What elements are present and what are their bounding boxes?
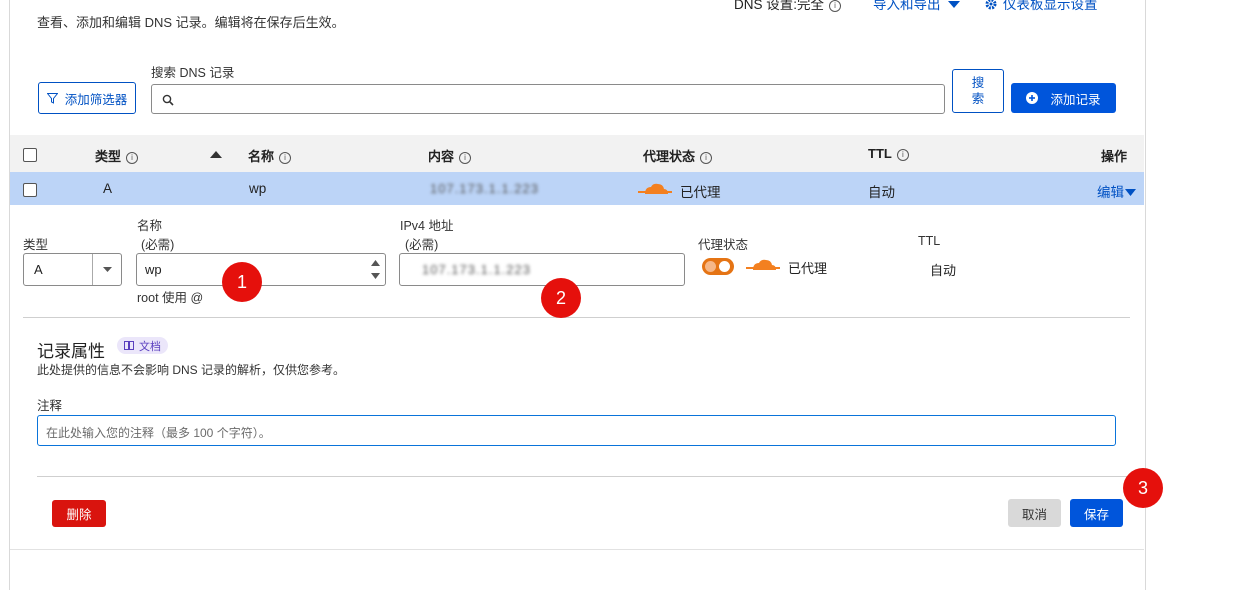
add-record-button[interactable]: 添加记录	[1011, 83, 1116, 113]
select-all-checkbox[interactable]	[23, 148, 37, 162]
proxy-status-text: 已代理	[788, 261, 828, 276]
ipv4-input[interactable]: 107.173.1.1.223	[399, 253, 685, 286]
gear-icon	[985, 0, 997, 10]
divider	[37, 476, 1130, 477]
annotation-badge-1: 1	[222, 262, 262, 302]
name-required: (必需)	[141, 238, 175, 252]
annotation-badge-2: 2	[541, 278, 581, 318]
info-icon: i	[126, 152, 139, 164]
add-filter-button[interactable]: 添加筛选器	[38, 82, 136, 114]
dns-setting-status: DNS 设置:完全 i	[734, 0, 842, 13]
row-content: 107.173.1.1.223	[430, 181, 539, 196]
ipv4-required: (必需)	[405, 238, 439, 252]
row-proxy-status: 已代理	[680, 185, 721, 200]
column-type[interactable]: 类型 i	[95, 146, 139, 165]
info-icon: i	[700, 152, 713, 164]
info-icon: i	[896, 149, 909, 161]
import-export-menu[interactable]: 导入和导出	[873, 0, 961, 13]
toggle-knob	[719, 261, 730, 272]
comment-input[interactable]: 在此处输入您的注释（最多 100 个字符）。	[37, 415, 1116, 446]
annotation-badge-3: 3	[1123, 468, 1163, 508]
column-actions: 操作	[1101, 149, 1128, 164]
search-icon	[162, 94, 174, 106]
column-proxy[interactable]: 代理状态 i	[643, 146, 713, 165]
name-label: 名称	[137, 219, 163, 233]
filter-icon	[46, 92, 58, 104]
column-ttl[interactable]: TTL i	[868, 146, 909, 161]
table-header	[10, 135, 1144, 172]
info-icon: i	[279, 152, 292, 164]
comment-label: 注释	[37, 399, 63, 413]
cloud-proxied-icon	[746, 259, 780, 270]
column-content[interactable]: 内容 i	[428, 146, 472, 165]
page-subtitle: 查看、添加和编辑 DNS 记录。编辑将在保存后生效。	[37, 15, 345, 30]
stepper-icon[interactable]	[371, 259, 380, 281]
caret-down-icon	[948, 1, 961, 8]
search-input[interactable]	[151, 84, 945, 114]
book-icon	[124, 341, 134, 350]
row-name: wp	[249, 181, 267, 196]
chevron-down-icon	[103, 267, 112, 272]
info-icon: i	[459, 152, 472, 164]
type-select[interactable]: A	[23, 253, 122, 286]
plus-circle-icon	[1026, 92, 1039, 104]
sort-ascending-icon[interactable]	[210, 151, 222, 158]
table-row[interactable]	[10, 172, 1144, 205]
divider	[10, 549, 1144, 550]
name-hint: root 使用 @	[137, 291, 204, 305]
proxy-toggle[interactable]	[702, 258, 734, 275]
cloud-proxied-icon	[638, 183, 672, 194]
docs-badge[interactable]: 文档	[117, 337, 168, 354]
ipv4-label: IPv4 地址	[400, 219, 454, 233]
ttl-value: 自动	[930, 263, 957, 278]
info-icon: i	[829, 0, 842, 12]
cancel-button[interactable]: 取消	[1008, 499, 1061, 527]
search-button[interactable]: 搜索	[952, 69, 1004, 113]
ttl-label: TTL	[918, 234, 941, 248]
column-name[interactable]: 名称 i	[248, 146, 292, 165]
proxy-label: 代理状态	[698, 238, 749, 252]
divider	[23, 317, 1130, 318]
row-checkbox[interactable]	[23, 183, 37, 197]
row-type: A	[103, 181, 113, 196]
edit-row-button[interactable]: 编辑	[1097, 181, 1136, 201]
record-attributes-description: 此处提供的信息不会影响 DNS 记录的解析，仅供您参考。	[37, 363, 346, 377]
type-label: 类型	[23, 238, 49, 252]
delete-button[interactable]: 删除	[52, 500, 106, 527]
search-label: 搜索 DNS 记录	[151, 66, 235, 80]
caret-down-icon	[1125, 189, 1136, 196]
row-ttl: 自动	[868, 185, 895, 200]
save-button[interactable]: 保存	[1070, 499, 1123, 527]
dashboard-settings-link[interactable]: 仪表板显示设置	[985, 0, 1098, 13]
record-attributes-title: 记录属性	[37, 342, 105, 361]
